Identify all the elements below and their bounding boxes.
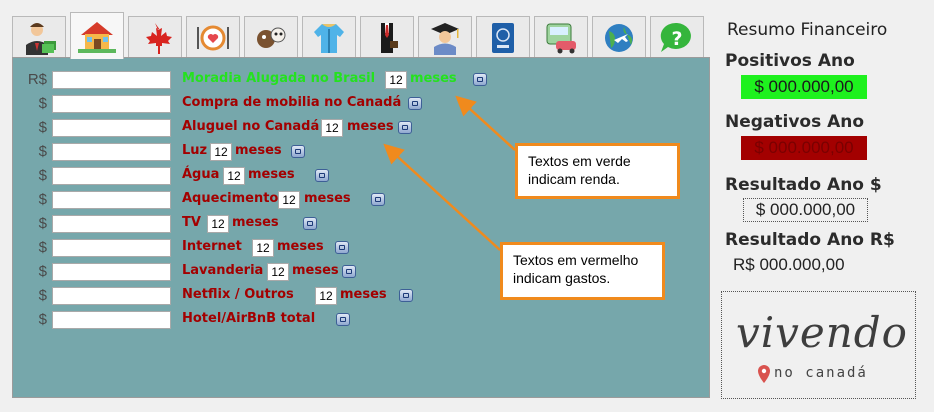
positive-value: $ 000.000,00 [741, 75, 867, 99]
callout-arrows [383, 95, 516, 251]
tab-food[interactable] [186, 16, 240, 58]
winter-coat-icon [314, 23, 344, 53]
house-icon [78, 22, 116, 53]
tab-pets[interactable] [244, 16, 298, 58]
pets-icon [257, 27, 286, 48]
tab-income[interactable] [12, 16, 66, 58]
svg-text:?: ? [671, 28, 682, 50]
summary-title: Resumo Financeiro [727, 20, 888, 40]
callout-income: Textos em verde indicam renda. [515, 143, 680, 199]
tab-documents[interactable] [476, 16, 530, 58]
result-usd-value: $ 000.000,00 [743, 198, 868, 222]
negative-label: Negativos Ano [725, 112, 865, 132]
housing-panel: R$ Moradia Alugada no Brasil 12 meses $ … [12, 57, 710, 398]
negative-value: $ 000.000,00 [741, 136, 867, 160]
arrow-to-expense [383, 143, 501, 251]
tab-housing[interactable] [70, 12, 124, 59]
tab-work[interactable] [360, 16, 414, 58]
globe-plane-icon [605, 23, 633, 52]
business-suit-icon [381, 22, 398, 53]
tab-canada[interactable] [128, 16, 182, 58]
passport-icon [492, 22, 514, 53]
tab-education[interactable] [418, 16, 472, 58]
result-brl-label: Resultado Ano R$ [725, 230, 895, 250]
plate-cutlery-icon [197, 25, 229, 50]
logo-wordmark: vivendo [736, 308, 908, 357]
tab-help[interactable]: ? [650, 16, 704, 58]
location-pin-icon [758, 365, 770, 383]
financial-summary: Resumo Financeiro Positivos Ano $ 000.00… [717, 15, 915, 285]
maple-leaf-icon [146, 22, 172, 54]
arrow-to-income [455, 95, 516, 151]
bus-car-icon [546, 23, 576, 53]
graduate-icon [431, 22, 459, 55]
result-brl-value: R$ 000.000,00 [733, 255, 845, 274]
person-money-icon [26, 22, 56, 55]
help-icon: ? [660, 22, 691, 52]
tab-clothing[interactable] [302, 16, 356, 58]
tab-travel[interactable] [592, 16, 646, 58]
logo-subtitle: no canadá [774, 365, 868, 381]
tab-transport[interactable] [534, 16, 588, 58]
result-usd-label: Resultado Ano $ [725, 175, 882, 195]
vivendo-logo: vivendo no canadá [721, 291, 916, 399]
callout-expense: Textos em vermelho indicam gastos. [500, 242, 665, 300]
positive-label: Positivos Ano [725, 51, 855, 71]
